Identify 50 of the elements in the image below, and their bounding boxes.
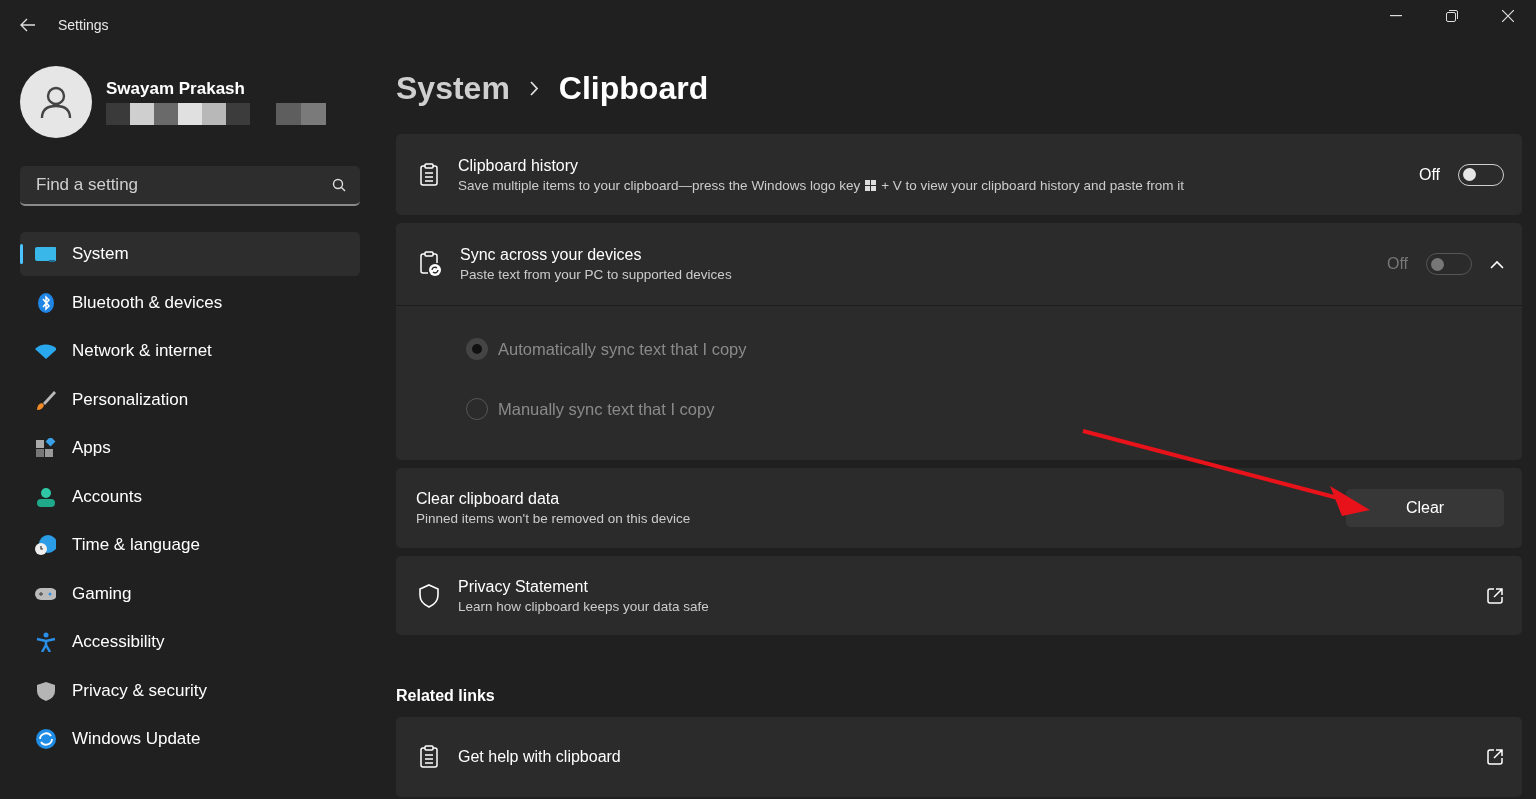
clipboard-icon (418, 162, 440, 187)
setting-description: Learn how clipboard keeps your data safe (458, 598, 710, 614)
search-icon (332, 178, 346, 192)
radio-label: Automatically sync text that I copy (498, 339, 747, 359)
sidebar-item[interactable]: Bluetooth & devices (20, 280, 360, 325)
sidebar-item[interactable]: Gaming (20, 571, 360, 616)
setting-description: Save multiple items to your clipboard—press the Windows logo key (458, 177, 861, 193)
setting-card[interactable]: Privacy Statement Learn how clipboard keeps your data safe (396, 556, 1522, 635)
clipboard-sync-icon (418, 251, 442, 277)
search-box[interactable]: Find a setting (20, 166, 360, 206)
toggle-state-label: Off (1386, 255, 1408, 273)
restore-icon[interactable] (1446, 10, 1458, 22)
chevron-right-icon (529, 80, 539, 96)
toggle-state-label: Off (1418, 165, 1440, 184)
clipboard-icon (418, 745, 440, 769)
sidebar-item[interactable]: Accounts (20, 474, 360, 519)
close-icon[interactable] (1502, 10, 1514, 22)
page-title: Clipboard (558, 69, 709, 107)
setting-description: Pinned items won't be removed on this device (416, 511, 692, 526)
sidebar-item[interactable]: Apps (20, 426, 360, 470)
setting-title: Clear clipboard data (416, 490, 561, 508)
sidebar-item[interactable]: Network & internet (20, 329, 360, 373)
radio-label: Manually sync text that I copy (498, 399, 715, 419)
section-heading: Related links (396, 687, 496, 705)
sidebar-item[interactable]: Accessibility (20, 620, 360, 664)
external-link-icon (1486, 748, 1504, 766)
setting-description: Paste text from your PC to supported devices (460, 267, 733, 282)
window-title: Settings (58, 17, 109, 33)
setting-description: + V to view your clipboard history and paste from it (881, 177, 1184, 193)
link-title: Get help with clipboard (458, 748, 622, 766)
search-field[interactable]: Find a setting (34, 174, 332, 196)
monitor-icon (32, 244, 56, 264)
sidebar-item[interactable]: Personalization (20, 377, 360, 422)
sidebar-item[interactable]: Windows Update (20, 717, 360, 761)
sidebar-item[interactable]: Privacy & security (20, 668, 360, 713)
link-card[interactable]: Get help with clipboard (396, 717, 1522, 797)
setting-title: Privacy Statement (458, 577, 589, 596)
breadcrumb-parent[interactable]: System (396, 69, 510, 107)
shield-icon (418, 583, 440, 608)
user-name: Swayam Prakash (106, 79, 246, 99)
setting-title: Clipboard history (458, 156, 580, 175)
setting-title: Sync across your devices (460, 246, 643, 264)
minimize-icon[interactable] (1390, 15, 1402, 17)
clear-button[interactable]: Clear (1346, 489, 1504, 527)
external-link-icon (1486, 586, 1504, 605)
sidebar-item[interactable]: System (20, 232, 360, 276)
windows-logo-icon (865, 179, 877, 191)
sidebar-item[interactable]: Time & language (20, 523, 360, 567)
back-arrow-icon[interactable] (20, 18, 36, 32)
globe-clock-icon (32, 535, 56, 555)
